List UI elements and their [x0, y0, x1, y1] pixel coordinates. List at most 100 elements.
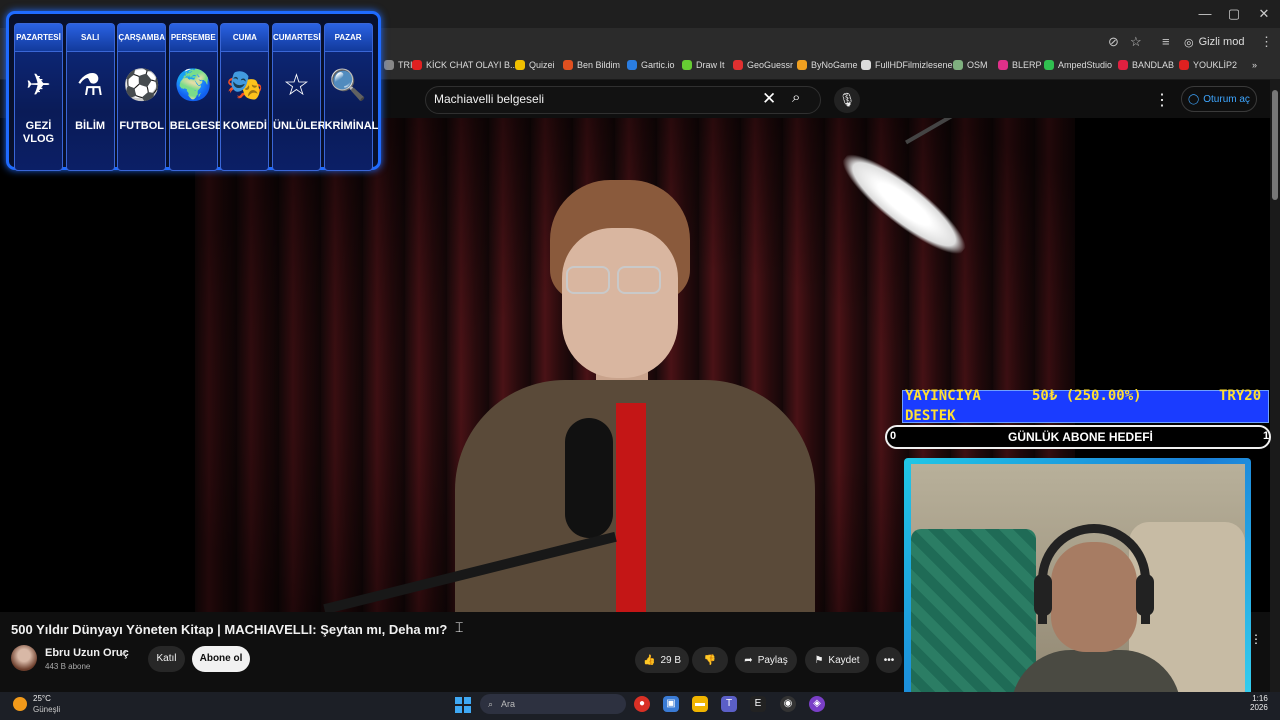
sign-in-button[interactable]: ◯ Oturum aç	[1181, 86, 1257, 112]
bookmark-favicon-icon	[797, 60, 807, 70]
bookmark-label: FullHDFilmizlesene	[875, 60, 953, 70]
microphone	[565, 418, 613, 538]
glasses-left	[566, 266, 610, 294]
side-more-icon[interactable]: ⋮	[1250, 632, 1262, 646]
mouse-cursor-icon: ⌶	[455, 619, 464, 635]
schedule-day-6: PAZAR 🔍 KRİMİNAL	[323, 23, 378, 171]
share-icon: ➦	[744, 654, 753, 666]
browser-menu-icon[interactable]: ⋮	[1260, 34, 1273, 50]
join-button[interactable]: Katıl	[148, 646, 185, 672]
maximize-button[interactable]: ▢	[1219, 4, 1249, 24]
search-icon[interactable]: ⌕	[792, 89, 800, 106]
like-count: 29 B	[660, 654, 682, 666]
bookmark-item[interactable]: KİCK CHAT OLAYI B...	[412, 60, 518, 70]
bookmark-item[interactable]: ByNoGame	[797, 60, 858, 70]
bookmark-favicon-icon	[1118, 60, 1128, 70]
schedule-day-name: PAZAR	[324, 24, 372, 52]
stream-schedule-overlay: PAZARTESİ ✈ GEZİ VLOG SALI ⚗ BİLİM ÇARŞAMBA ⚽ FU…	[6, 11, 381, 171]
search-query[interactable]: Machiavelli belgeseli	[434, 92, 544, 106]
bookmark-favicon-icon	[998, 60, 1008, 70]
bookmark-icon: ⚑	[814, 654, 824, 666]
star-icon[interactable]: ☆	[1130, 34, 1142, 50]
bookmark-favicon-icon	[861, 60, 871, 70]
clock-date: 2026	[1250, 703, 1268, 712]
sign-in-label: Oturum aç	[1203, 93, 1250, 105]
minimize-button[interactable]: —	[1190, 4, 1220, 24]
bookmark-item[interactable]: BANDLAB	[1118, 60, 1174, 70]
media-icon[interactable]: ≡	[1162, 34, 1170, 49]
taskbar-search-input[interactable]: ⌕ Ara	[480, 694, 626, 714]
schedule-category-icon: 🌍	[174, 69, 212, 102]
donation-label: YAYINCIYA DESTEK	[905, 388, 981, 424]
incognito-icon: ◎	[1184, 36, 1194, 49]
schedule-day-4: CUMA 🎭 KOMEDİ	[220, 23, 270, 171]
schedule-day-2: ÇARŞAMBA ⚽ FUTBOL	[117, 23, 167, 171]
incognito-indicator[interactable]: ◎ Gizli mod	[1184, 33, 1244, 51]
bookmark-item[interactable]: BLERP	[998, 60, 1042, 70]
sun-icon[interactable]	[13, 697, 27, 711]
schedule-category-label: BELGESEL	[169, 120, 230, 132]
file-explorer-icon[interactable]: ▬	[692, 696, 708, 712]
share-button[interactable]: ➦ Paylaş	[735, 647, 797, 673]
schedule-category-icon: ⚗	[76, 69, 104, 102]
voice-search-button[interactable]: 🎙	[834, 87, 860, 113]
thumbs-down-icon: 👎	[703, 654, 717, 666]
schedule-day-3: PERŞEMBE 🌍 BELGESEL	[168, 23, 230, 171]
bookmarks-more-button[interactable]: »	[1252, 60, 1257, 70]
bookmark-label: Quizei	[529, 60, 555, 70]
teams-icon[interactable]: T	[721, 696, 737, 712]
thumbs-up-icon: 👍	[642, 654, 656, 666]
bookmark-favicon-icon	[733, 60, 743, 70]
save-label: Kaydet	[828, 654, 860, 666]
close-window-button[interactable]: ✕	[1249, 4, 1279, 24]
verified-icon: ✔	[121, 648, 129, 658]
bookmark-favicon-icon	[384, 60, 394, 70]
weather-temperature[interactable]: 25°C	[33, 694, 51, 703]
clear-search-icon[interactable]: ✕	[762, 89, 776, 109]
schedule-day-name: ÇARŞAMBA	[118, 24, 166, 52]
bookmark-label: ByNoGame	[811, 60, 858, 70]
photos-icon[interactable]: ▣	[663, 696, 679, 712]
bookmark-item[interactable]: YOUKLİP2	[1179, 60, 1237, 70]
bookmark-item[interactable]: Ben Bildim	[563, 60, 620, 70]
donation-amount: 50₺ (250.00%)	[1032, 388, 1142, 404]
headphone-left	[1034, 574, 1052, 616]
channel-name[interactable]: Ebru Uzun Oruç	[45, 647, 129, 659]
subscribe-button[interactable]: Abone ol	[192, 646, 250, 672]
dislike-button[interactable]: 👎	[692, 647, 728, 673]
bookmark-label: BANDLAB	[1132, 60, 1175, 70]
bookmark-item[interactable]: Gartic.io	[627, 60, 675, 70]
more-actions-button[interactable]: •••	[876, 647, 902, 673]
windows-start-icon[interactable]	[455, 697, 471, 713]
bookmark-item[interactable]: FullHDFilmizlesene	[861, 60, 953, 70]
schedule-category-icon: ⚽	[123, 69, 161, 102]
chrome-icon[interactable]: ●	[634, 696, 650, 712]
schedule-category-label: BİLİM	[75, 120, 106, 132]
app-icon[interactable]: ◈	[809, 696, 825, 712]
epic-games-icon[interactable]: E	[750, 696, 766, 712]
bookmark-item[interactable]: GeoGuessr	[733, 60, 793, 70]
channel-avatar[interactable]	[11, 645, 37, 671]
eye-off-icon[interactable]: ⊘	[1108, 34, 1119, 50]
scrollbar-thumb[interactable]	[1272, 90, 1278, 200]
bookmark-favicon-icon	[627, 60, 637, 70]
like-button[interactable]: 👍 29 B	[635, 647, 689, 673]
system-clock[interactable]: 1:16 2026	[1250, 694, 1268, 712]
schedule-day-name: SALI	[66, 24, 114, 52]
bookmark-label: KİCK CHAT OLAYI B...	[426, 60, 518, 70]
bookmark-item[interactable]: Quizei	[515, 60, 555, 70]
weather-description[interactable]: Güneşli	[33, 705, 60, 714]
more-options-icon[interactable]: ⋮	[1154, 90, 1170, 110]
bookmark-item[interactable]: AmpedStudio	[1044, 60, 1112, 70]
obs-icon[interactable]: ◉	[780, 696, 796, 712]
webcam-feed	[911, 464, 1245, 710]
bookmark-label: BLERP	[1012, 60, 1042, 70]
clock-time: 1:16	[1252, 694, 1268, 703]
schedule-category-label: GEZİ VLOG	[22, 120, 55, 145]
bookmark-item[interactable]: Draw It	[682, 60, 725, 70]
schedule-day-name: CUMA	[221, 24, 269, 52]
bookmark-item[interactable]: OSM	[953, 60, 988, 70]
save-button[interactable]: ⚑ Kaydet	[805, 647, 869, 673]
schedule-category-icon: ✈	[25, 69, 52, 102]
headphones-icon	[1038, 524, 1150, 624]
